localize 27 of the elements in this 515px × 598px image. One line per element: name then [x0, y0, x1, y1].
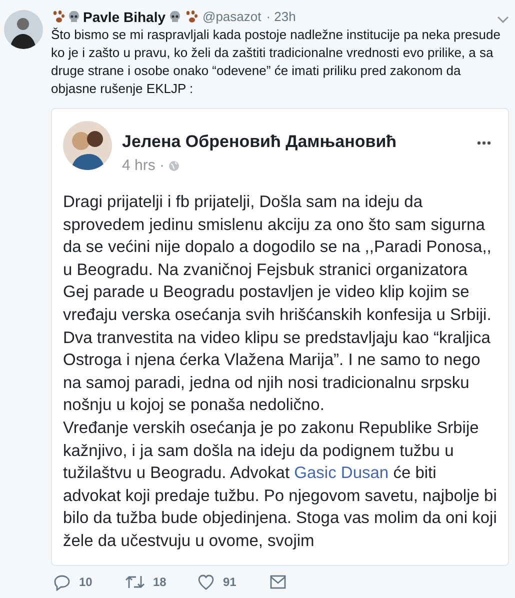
avatar	[63, 121, 112, 170]
user-name[interactable]: Pavle Bihaly	[83, 6, 166, 28]
post-paragraph: Dragi prijatelji i fb prijatelji, Došla sam na ideju da sprovedem jedinu smislenu akciju za ono što sam sigurna da se većini nije dopalo a dogodilo se na ,,Paradi Ponosa,, u Beogradu. Na zvaničnoj Fejsbuk stranici organizatora Gej parade u Beogradu postavljen je video klip kojim se vređaju verska osećanja svih hrišćanskih konfesija u Srbiji.	[63, 192, 492, 326]
post-paragraph: Dva tranvestita na video klipu se predstavljaju kao “kraljica Ostroga i njena ćerka Vlažena Marija”. I ne samo to nego na samoj paradi, jedna od njih nosi tradicionalnu srpsku nošnju u kojoj se ponaša nedolično.	[63, 328, 492, 416]
author-name[interactable]: Јелена Обреновић Дамњановић	[122, 129, 467, 154]
avatar[interactable]	[4, 10, 43, 49]
action-count: 10	[79, 574, 92, 591]
tweet-time[interactable]: · 23h	[266, 7, 296, 27]
skull-icon	[67, 10, 81, 24]
tweet-text: Što bismo se mi raspravljali kada postoje nadležne institucije pa neka presude ko je i zašto u pravu, ko želi da zaštiti tradicionalne vrednosti evo prilike, a sa druge strane i osobe onako “odevene” će imati priliku pred zakonom da objasne rušenje EKLJP :	[51, 26, 502, 98]
speech-bubble-icon[interactable]	[53, 573, 71, 591]
post-paragraph: Vređanje verskih osećanja je po zakonu Republike Srbije kažnjivo, i ja sam došla na ideju da podignem tužbu u tužilaštvu u Beogradu. Advokat Gasic Dusan će biti advokat koji predaje tužbu. Po njegovom savetu, najbolje bi bilo da tužba bude objedinjena. Stoga vas molim da oni koji žele da učestvuju u ovome, svojim	[63, 418, 497, 552]
profile-link[interactable]: Gasic Dusan	[294, 464, 389, 482]
globe-icon	[168, 160, 180, 172]
retweet-icon[interactable]	[125, 573, 145, 591]
heart-icon[interactable]	[197, 573, 215, 591]
embedded-post-card[interactable]	[51, 108, 509, 566]
caret-icon[interactable]	[497, 16, 509, 24]
more-options-icon[interactable]	[477, 141, 491, 145]
envelope-icon[interactable]	[269, 574, 287, 590]
skull-icon	[168, 10, 182, 24]
action-count: 18	[153, 574, 166, 591]
action-count: 91	[223, 574, 236, 591]
paw-icon	[51, 10, 65, 24]
post-time[interactable]: 4 hrs ·	[122, 154, 165, 177]
user-handle[interactable]: @pasazot	[202, 7, 262, 27]
paw-icon	[184, 10, 198, 24]
